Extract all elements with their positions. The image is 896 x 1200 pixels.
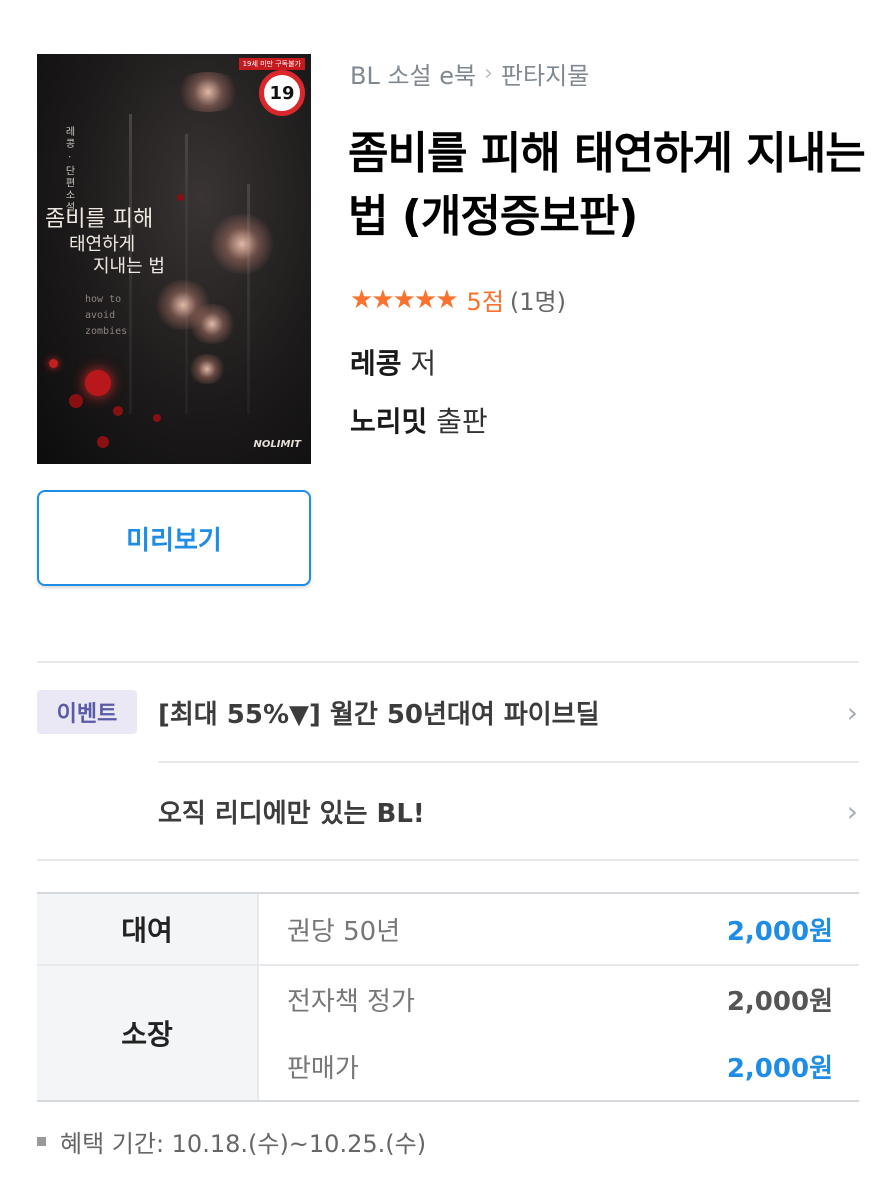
cover-title-line: 좀비를 피해	[45, 207, 154, 232]
price-items: 전자책 정가 2,000원 판매가 2,000원	[259, 966, 859, 1100]
author-link[interactable]: 레콩	[350, 347, 402, 380]
price-table: 대여 권당 50년 2,000원 소장 전자책 정가 2,000원 판매가 2,…	[37, 892, 859, 1102]
cover-english-line: how to	[85, 294, 122, 305]
price-item: 전자책 정가 2,000원	[287, 981, 833, 1018]
publisher-suffix: 출판	[427, 405, 488, 438]
list-price: 2,000원	[726, 987, 833, 1017]
author: 레콩 저	[350, 342, 436, 382]
cover-lamp-glow	[207, 214, 277, 274]
rent-price: 2,000원	[726, 916, 833, 947]
price-item-label: 전자책 정가	[287, 987, 415, 1017]
cover-title: 좀비를 피해 태연하게 지내는 법	[45, 206, 165, 279]
cover-blood-drop	[49, 359, 58, 368]
event-item[interactable]: [최대 55%▼] 월간 50년대여 파이브딜 ›	[158, 687, 858, 737]
event-badge: 이벤트	[37, 690, 137, 734]
star-icon: ★★★★★	[350, 284, 459, 315]
cover-blood-drop	[97, 436, 109, 448]
cover-english-line: avoid	[85, 310, 116, 321]
chevron-right-icon: ›	[484, 61, 493, 86]
benefit-period-text: 혜택 기간: 10.18.(수)~10.25.(수)	[60, 1130, 427, 1158]
breadcrumb-category[interactable]: BL 소설 e북	[350, 56, 476, 91]
publisher-link[interactable]: 노리밋	[350, 405, 427, 438]
cover-title-line: 지내는 법	[93, 256, 165, 277]
divider	[37, 859, 859, 861]
breadcrumb: BL 소설 e북 › 판타지물	[350, 56, 589, 91]
cover-publisher-logo: NOLIMIT	[253, 439, 301, 450]
publisher: 노리밋 출판	[350, 400, 488, 440]
cover-english-title: how to avoid zombies	[85, 292, 127, 340]
cover-lamp-glow	[187, 354, 227, 384]
price-row-rent: 대여 권당 50년 2,000원	[37, 894, 859, 964]
cover-title-line: 태연하게	[69, 233, 136, 255]
cover-blood-drop	[85, 370, 111, 396]
event-item-label: [최대 55%▼] 월간 50년대여 파이브딜	[158, 699, 600, 730]
divider	[158, 761, 859, 763]
chevron-right-icon: ›	[846, 695, 858, 729]
price-category-rent: 대여	[37, 894, 259, 964]
price-item-label: 권당 50년	[287, 916, 401, 947]
cover-blood-drop	[69, 394, 83, 408]
bullet-square-icon	[37, 1137, 46, 1146]
price-items: 권당 50년 2,000원	[259, 894, 859, 964]
cover-lamp-glow	[187, 304, 237, 344]
price-item: 권당 50년 2,000원	[287, 911, 833, 948]
cover-english-line: zombies	[85, 326, 128, 337]
cover-lamp-glow	[173, 72, 243, 112]
breadcrumb-subcategory[interactable]: 판타지물	[501, 56, 589, 91]
cover-age-notice: 19세 미만 구독불가	[238, 58, 305, 70]
price-item-label: 판매가	[287, 1054, 359, 1084]
rating-count: (1명)	[509, 288, 566, 316]
author-suffix: 저	[401, 347, 437, 380]
preview-button[interactable]: 미리보기	[37, 490, 311, 586]
price-category-own: 소장	[37, 966, 259, 1100]
price-item: 판매가 2,000원	[287, 1048, 833, 1085]
cover-blood-drop	[153, 414, 161, 422]
sale-price: 2,000원	[726, 1054, 833, 1084]
cover-blood-drop	[113, 406, 123, 416]
rating[interactable]: ★★★★★ 5점 (1명)	[350, 282, 566, 317]
benefit-period: 혜택 기간: 10.18.(수)~10.25.(수)	[37, 1124, 426, 1159]
divider	[37, 661, 859, 663]
chevron-right-icon: ›	[846, 794, 858, 828]
cover-author-line: 레콩 · 단편소설	[63, 126, 74, 214]
book-title: 좀비를 피해 태연하게 지내는 법 (개정증보판)	[348, 128, 866, 242]
price-row-own: 소장 전자책 정가 2,000원 판매가 2,000원	[37, 964, 859, 1100]
rating-score: 5점	[466, 288, 504, 316]
book-cover[interactable]: 19세 미만 구독불가 19 레콩 · 단편소설 좀비를 피해 태연하게 지내는…	[37, 54, 311, 464]
event-item[interactable]: 오직 리디에만 있는 BL! ›	[158, 786, 858, 836]
event-item-label: 오직 리디에만 있는 BL!	[158, 798, 425, 829]
cover-blood-drop	[177, 194, 184, 201]
age-19-badge: 19	[259, 70, 305, 116]
